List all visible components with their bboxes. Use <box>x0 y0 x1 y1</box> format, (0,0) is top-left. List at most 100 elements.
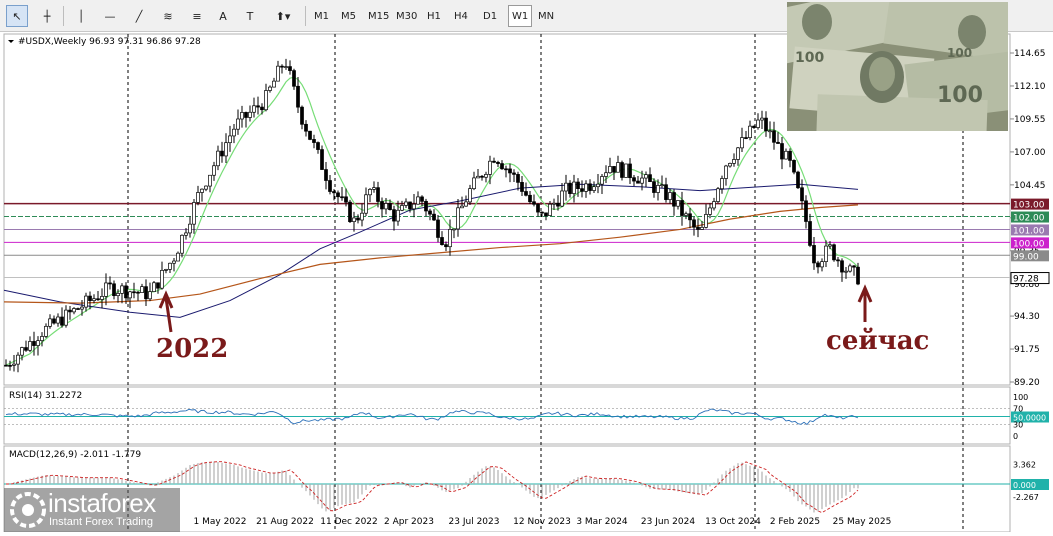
macd-header: MACD(12,26,9) -2.011 -1.779 <box>9 450 141 460</box>
rsi-level-label: 30 <box>1013 420 1023 429</box>
timeframe-d1[interactable]: D1 <box>480 5 500 27</box>
candle-body <box>284 66 288 68</box>
candle-body <box>380 201 384 210</box>
timeframe-mn[interactable]: MN <box>535 5 557 27</box>
annotation-2022: 2022 <box>156 334 229 364</box>
candle-body <box>832 244 836 261</box>
timeframe-m15[interactable]: M15 <box>365 5 392 27</box>
candle-body <box>728 163 732 167</box>
candle-body <box>256 105 260 108</box>
candle-body <box>632 177 636 182</box>
candle-body <box>236 118 240 130</box>
timeframe-m30[interactable]: M30 <box>393 5 420 27</box>
candle-body <box>208 174 212 187</box>
candle-body <box>200 188 204 193</box>
candle-body <box>268 86 272 91</box>
toolbar-separator <box>305 6 306 26</box>
candle-body <box>292 70 296 87</box>
timeframe-w1[interactable]: W1 <box>508 5 533 27</box>
text-label-tool-icon[interactable]: T <box>239 5 261 27</box>
candle-body <box>316 142 320 150</box>
candle-body <box>572 181 576 194</box>
candle-body <box>536 203 540 213</box>
candle-body <box>100 296 104 300</box>
time-label: 3 Mar 2024 <box>576 517 628 527</box>
candle-body <box>196 192 200 203</box>
price-label: 114.65 <box>1014 49 1046 59</box>
candle-body <box>416 196 420 205</box>
instaforex-logo: instaforex Instant Forex Trading <box>4 488 180 532</box>
time-axis: 1 May 2022 21 Aug 2022 11 Dec 2022 2 Apr 20… <box>194 517 892 527</box>
candle-body <box>516 174 520 183</box>
candle-body <box>740 137 744 149</box>
candle-body <box>348 201 352 223</box>
timeframe-h1[interactable]: H1 <box>424 5 444 27</box>
candle-body <box>232 128 236 137</box>
candle-body <box>344 196 348 203</box>
candle-body <box>432 213 436 221</box>
candle-body <box>4 364 8 367</box>
timeframe-h4[interactable]: H4 <box>451 5 471 27</box>
time-label: 13 Oct 2024 <box>705 517 761 527</box>
level-tags: 103.00 102.00 101.00 100.00 99.00 97.28 <box>1010 198 1050 285</box>
candle-body <box>112 283 116 297</box>
candle-body <box>488 160 492 175</box>
candle-body <box>128 291 132 299</box>
candle-body <box>652 181 656 193</box>
candle-body <box>228 135 232 144</box>
candle-body <box>840 260 844 273</box>
rsi-panel <box>3 386 1011 445</box>
shapes-dropdown-icon[interactable]: ⬆▾ <box>266 5 300 27</box>
candle-body <box>676 200 680 207</box>
equidistant-channel-tool-icon[interactable]: ≋ <box>157 5 179 27</box>
candle-body <box>828 244 832 247</box>
candle-body <box>732 159 736 164</box>
candle-body <box>296 85 300 108</box>
candle-body <box>764 117 768 132</box>
candle-body <box>480 175 484 178</box>
candle-body <box>696 226 700 230</box>
candle-body <box>656 185 660 193</box>
candle-body <box>312 139 316 143</box>
candle-body <box>272 80 276 88</box>
price-label: 89.20 <box>1014 378 1040 388</box>
candle-body <box>92 298 96 301</box>
level-tag-label: 100.00 <box>1013 239 1045 249</box>
candle-body <box>808 221 812 246</box>
trendline-tool-icon[interactable]: ╱ <box>128 5 150 27</box>
candle-body <box>844 270 848 273</box>
candle-body <box>276 65 280 82</box>
time-label: 2 Apr 2023 <box>384 517 434 527</box>
candle-body <box>756 119 760 128</box>
candle-body <box>512 172 516 175</box>
candle-body <box>72 308 76 313</box>
candle-body <box>136 291 140 294</box>
candle-body <box>720 178 724 190</box>
timeframe-m5[interactable]: M5 <box>338 5 359 27</box>
vertical-line-tool-icon[interactable]: │ <box>70 5 92 27</box>
candle-body <box>596 183 600 188</box>
candle-body <box>544 212 548 216</box>
text-tool-icon[interactable]: A <box>212 5 234 27</box>
candle-body <box>712 201 716 209</box>
candle-body <box>140 286 144 293</box>
macd-level-label: 0.000 <box>1013 481 1036 490</box>
candle-body <box>444 244 448 248</box>
candle-body <box>472 177 476 190</box>
candle-body <box>648 174 652 182</box>
candle-body <box>212 165 216 176</box>
candle-body <box>744 137 748 139</box>
candle-body <box>608 166 612 174</box>
candle-body <box>104 282 108 297</box>
annotation-now: сейчас <box>826 326 930 356</box>
candle-body <box>396 209 400 222</box>
timeframe-m1[interactable]: M1 <box>311 5 332 27</box>
candle-body <box>552 202 556 205</box>
crosshair-tool-icon[interactable]: ┼ <box>36 5 58 27</box>
fibonacci-tool-icon[interactable]: ≡ <box>186 5 208 27</box>
horizontal-line-tool-icon[interactable]: — <box>99 5 121 27</box>
cursor-tool-icon[interactable]: ↖ <box>6 5 28 27</box>
candle-body <box>32 341 36 346</box>
price-label: 107.00 <box>1014 148 1046 158</box>
candle-body <box>576 181 580 189</box>
